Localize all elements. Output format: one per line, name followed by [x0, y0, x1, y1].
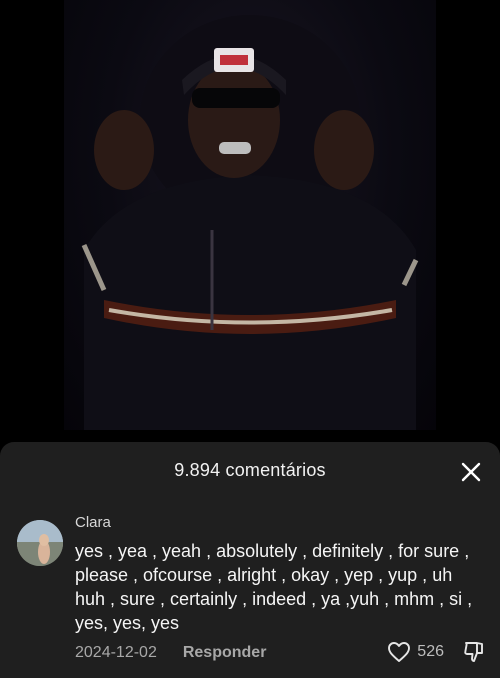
comment-date: 2024-12-02 — [75, 644, 157, 661]
comment-text: yes , yea , yeah , absolutely , definite… — [75, 541, 473, 633]
video-player[interactable] — [0, 0, 500, 445]
reply-button[interactable]: Responder — [183, 644, 267, 662]
heart-icon — [388, 642, 411, 662]
comments-count-title: 9.894 comentários — [174, 460, 326, 480]
like-count: 526 — [417, 643, 444, 660]
close-button[interactable] — [460, 461, 482, 483]
avatar-image — [17, 520, 63, 566]
like-button[interactable] — [387, 641, 411, 663]
comment: Clara yes , yea , yeah , absolutely , de… — [75, 514, 485, 635]
close-icon — [461, 462, 481, 482]
comment-username[interactable]: Clara — [75, 514, 485, 531]
comment-meta: 2024-12-02 Responder — [75, 644, 266, 662]
dislike-button[interactable] — [462, 640, 486, 664]
thumbs-down-icon — [464, 642, 483, 662]
video-thumbnail-illustration — [81, 15, 419, 430]
comments-sheet: 9.894 comentários Clara yes , yea , yeah… — [0, 442, 500, 678]
comment-actions: 526 — [387, 640, 486, 664]
avatar[interactable] — [17, 520, 63, 566]
video-frame — [64, 0, 436, 430]
